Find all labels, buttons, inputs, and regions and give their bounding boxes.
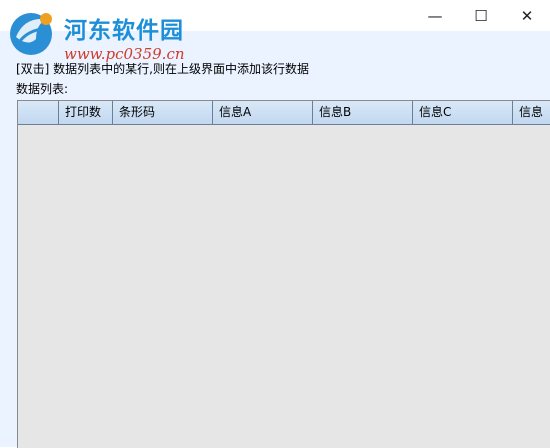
maximize-icon: ☐ — [474, 6, 488, 25]
watermark: 河东软件园 www.pc0359.cn — [6, 7, 216, 63]
watermark-logo-icon — [10, 13, 52, 55]
watermark-url: www.pc0359.cn — [64, 45, 185, 63]
minimize-icon: — — [427, 6, 443, 25]
column-header-print-count[interactable]: 打印数 — [59, 101, 113, 125]
minimize-button[interactable]: — — [412, 0, 458, 31]
grid-header: 打印数 条形码 信息A 信息B 信息C 信息 — [18, 101, 550, 125]
column-header-info-a[interactable]: 信息A — [213, 101, 313, 125]
column-header-info-b[interactable]: 信息B — [313, 101, 413, 125]
column-header-barcode[interactable]: 条形码 — [113, 101, 213, 125]
header-row-selector[interactable] — [18, 101, 59, 125]
data-list-label: 数据列表: — [16, 82, 69, 96]
column-header-info-d[interactable]: 信息 — [513, 101, 550, 125]
data-grid[interactable]: 打印数 条形码 信息A 信息B 信息C 信息 — [17, 100, 550, 448]
close-button[interactable]: ✕ — [504, 0, 550, 31]
close-icon: ✕ — [520, 6, 534, 25]
maximize-button[interactable]: ☐ — [458, 0, 504, 31]
dialog-client-area: [双击] 数据列表中的某行,则在上级界面中添加该行数据 数据列表: 打印数 条形… — [0, 31, 550, 448]
watermark-site-name: 河东软件园 — [64, 17, 184, 44]
column-header-info-c[interactable]: 信息C — [413, 101, 513, 125]
